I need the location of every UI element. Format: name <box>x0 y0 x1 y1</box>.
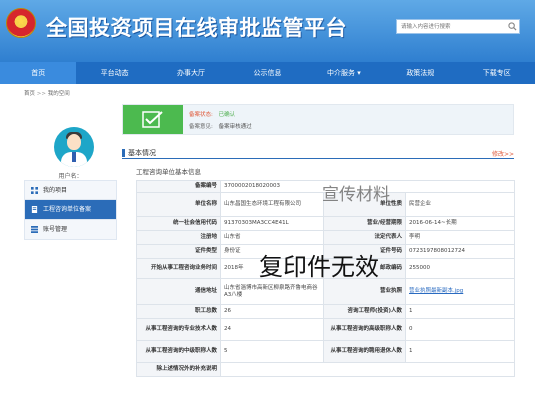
document-icon <box>31 206 38 213</box>
edit-link[interactable]: 修改>> <box>492 149 514 158</box>
main-nav: 首页 平台动态 办事大厅 公示信息 中介服务 ▾ 政策法规 下载专区 <box>0 62 535 84</box>
username-label: 用户名： <box>58 173 83 180</box>
senior-value: 0 <box>405 318 515 341</box>
side-item-label: 我的项目 <box>43 187 68 194</box>
notes-label: 除上述情况外的补充说明 <box>136 362 221 377</box>
grid-icon <box>31 187 38 194</box>
side-menu: 我的项目 工程咨询单位备案 账号管理 <box>24 180 117 240</box>
status-state-label: 备案状态: <box>189 112 213 118</box>
status-state-row: 备案状态: 已确认 <box>189 110 235 118</box>
nav-public-info[interactable]: 公示信息 <box>229 62 305 84</box>
nav-platform-news[interactable]: 平台动态 <box>76 62 152 84</box>
credit-code-label: 统一社会信用代码 <box>136 216 221 231</box>
breadcrumb-current[interactable]: 我的空间 <box>48 91 70 97</box>
invest-staff-value: 1 <box>405 304 515 319</box>
credit-code-value: 91370303MA3CC4E41L <box>220 216 324 231</box>
side-item-my-projects[interactable]: 我的项目 <box>24 180 117 200</box>
legal-rep-value: 李明 <box>405 230 515 245</box>
senior-label: 从事工程咨询的高级职称人数 <box>323 318 406 341</box>
table-row: 统一社会信用代码 91370303MA3CC4E41L 营业/经营期限 2016… <box>136 216 515 231</box>
biz-term-label: 营业/经营期限 <box>323 216 406 231</box>
watermark-copy-invalid: 复印件无效 <box>259 253 379 281</box>
table-row: 注册地 山东省 法定代表人 李明 <box>136 230 515 245</box>
table-row: 从事工程咨询的专业技术人数 24 从事工程咨询的高级职称人数 0 <box>136 318 515 341</box>
notes-value <box>220 362 515 377</box>
side-item-account[interactable]: 账号管理 <box>24 220 117 240</box>
zip-value: 255000 <box>405 258 515 279</box>
breadcrumb-home[interactable]: 首页 <box>24 91 35 97</box>
side-item-label: 账号管理 <box>43 226 68 233</box>
pro-tech-value: 24 <box>220 318 324 341</box>
breadcrumb: 首页 >> 我的空间 <box>24 89 70 97</box>
list-icon <box>31 226 38 233</box>
license-file-link[interactable]: 营业执照最新副本.jpg <box>409 288 463 294</box>
mid-value: 5 <box>220 340 324 363</box>
reg-place-value: 山东省 <box>220 230 324 245</box>
table-row: 从事工程咨询的中级职称人数 5 从事工程咨询的聘用退休人数 1 <box>136 340 515 363</box>
nav-intermediary-service[interactable]: 中介服务 ▾ <box>306 62 382 84</box>
retired-value: 1 <box>405 340 515 363</box>
site-title[interactable]: 全国投资项目在线审批监管平台 <box>46 12 347 42</box>
unit-name-value: 山东昌国生态环境工程有限公司 <box>220 192 324 217</box>
side-item-consulting-record[interactable]: 工程咨询单位备案 <box>24 200 117 220</box>
unit-name-label: 单位名称 <box>136 192 221 217</box>
status-opinion-value: 备案审核通过 <box>218 124 252 130</box>
record-status-card: 备案状态: 已确认 备案意见: 备案审核通过 <box>122 104 514 135</box>
nav-downloads[interactable]: 下载专区 <box>459 62 535 84</box>
search-input[interactable] <box>397 20 505 33</box>
status-box <box>123 105 183 134</box>
biz-term-value: 2016-06-14~长期 <box>405 216 515 231</box>
watermark-promo: 宣传材料 <box>322 185 390 205</box>
mid-label: 从事工程咨询的中级职称人数 <box>136 340 221 363</box>
license-label: 营业执照 <box>323 278 406 305</box>
nav-service-hall[interactable]: 办事大厅 <box>153 62 229 84</box>
nav-policies[interactable]: 政策法规 <box>382 62 458 84</box>
table-row: 通信地址 山东省淄博市高新区柳泉路齐鲁电商谷A3八楼 营业执照 营业执照最新副本… <box>136 278 515 305</box>
breadcrumb-separator: >> <box>36 91 46 97</box>
nav-home[interactable]: 首页 <box>0 62 77 84</box>
search-icon[interactable] <box>508 22 517 31</box>
reg-place-label: 注册地 <box>136 230 221 245</box>
subsection-title: 工程咨询单位基本信息 <box>136 168 201 176</box>
status-opinion-label: 备案意见: <box>189 124 213 130</box>
avatar <box>54 127 94 167</box>
address-value: 山东省淄博市高新区柳泉路齐鲁电商谷A3八楼 <box>220 278 324 305</box>
section-title: 基本情况 <box>128 149 156 157</box>
unit-nature-value: 民营企业 <box>405 192 515 217</box>
status-opinion-row: 备案意见: 备案审核通过 <box>189 122 252 130</box>
address-label: 通信地址 <box>136 278 221 305</box>
user-panel: 用户名： <box>24 101 117 180</box>
staff-label: 职工总数 <box>136 304 221 319</box>
legal-rep-label: 法定代表人 <box>323 230 406 245</box>
invest-staff-label: 咨询工程师(投资)人数 <box>323 304 406 319</box>
cert-type-label: 证件类型 <box>136 244 221 259</box>
staff-value: 26 <box>220 304 324 319</box>
table-row: 职工总数 26 咨询工程师(投资)人数 1 <box>136 304 515 319</box>
search-box[interactable] <box>396 19 520 34</box>
national-emblem-icon: ★ <box>6 8 36 38</box>
retired-label: 从事工程咨询的聘用退休人数 <box>323 340 406 363</box>
check-icon <box>142 111 163 128</box>
side-item-label: 工程咨询单位备案 <box>43 206 92 213</box>
start-year-label: 开始从事工程咨询业务时间 <box>136 258 221 279</box>
cert-no-value: 0723197808012724 <box>405 244 515 259</box>
record-no-label: 备案编号 <box>136 180 221 193</box>
site-header: ★ 全国投资项目在线审批监管平台 <box>0 0 535 62</box>
table-row: 除上述情况外的补充说明 <box>136 362 515 377</box>
section-header: 基本情况 修改>> <box>122 147 514 159</box>
status-state-value: 已确认 <box>218 112 236 118</box>
pro-tech-label: 从事工程咨询的专业技术人数 <box>136 318 221 341</box>
